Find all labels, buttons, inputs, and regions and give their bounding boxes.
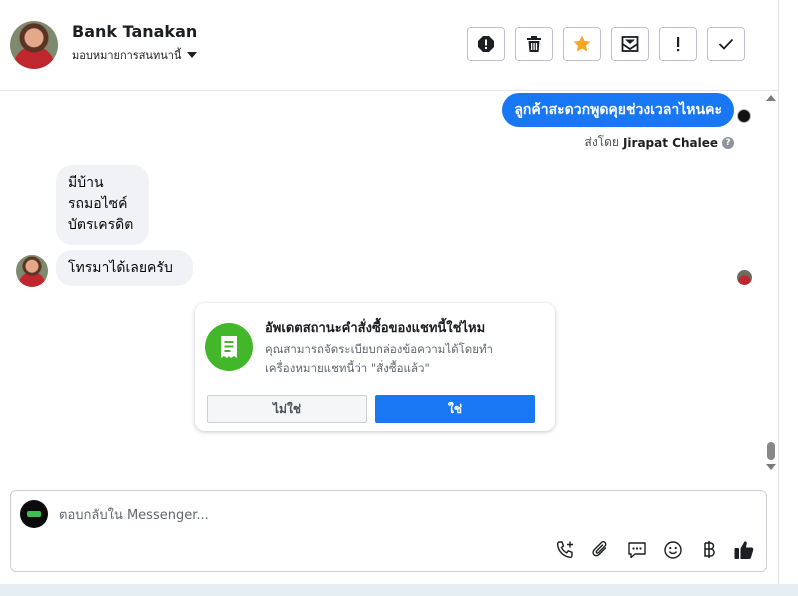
prompt-description-line: เครื่องหมายแชทนี้ว่า "สั่งซื้อแล้ว" bbox=[265, 361, 430, 375]
follow-up-button[interactable] bbox=[659, 27, 697, 61]
incoming-message[interactable]: มีบ้าน รถมอไซค์ บัตรเครดิต bbox=[56, 165, 149, 245]
sent-by-info: ส่งโดย Jirapat Chalee ? bbox=[584, 133, 734, 152]
message-line: รถมอไซค์ bbox=[68, 196, 128, 212]
conversation-panel: Bank Tanakan มอบหมายการสนทนานี้ ลูกค้าสะ… bbox=[0, 0, 779, 584]
assign-label: มอบหมายการสนทนานี้ bbox=[72, 49, 182, 62]
caret-down-icon bbox=[187, 52, 198, 58]
reply-composer bbox=[10, 490, 767, 572]
receipt-icon bbox=[205, 323, 253, 371]
assign-conversation-dropdown[interactable]: มอบหมายการสนทนานี้ bbox=[72, 46, 198, 64]
scroll-up-arrow[interactable] bbox=[766, 95, 776, 101]
mark-done-button[interactable] bbox=[707, 27, 745, 61]
page-avatar-read-receipt bbox=[737, 109, 751, 123]
trash-icon bbox=[527, 36, 541, 52]
chat-bubble-icon[interactable] bbox=[626, 539, 648, 561]
help-icon[interactable]: ? bbox=[722, 136, 734, 149]
contact-avatar-small bbox=[16, 255, 48, 287]
baht-icon[interactable] bbox=[698, 539, 720, 561]
prompt-title: อัพเดตสถานะคำสั่งซื้อของแชทนี้ใช่ไหม bbox=[265, 321, 486, 336]
seen-indicator-avatar bbox=[737, 270, 752, 285]
smiley-icon[interactable] bbox=[662, 539, 684, 561]
alert-circle-icon bbox=[478, 36, 494, 52]
report-spam-button[interactable] bbox=[467, 27, 505, 61]
scrollbar-thumb[interactable] bbox=[767, 442, 775, 460]
order-status-prompt: อัพเดตสถานะคำสั่งซื้อของแชทนี้ใช่ไหม คุณ… bbox=[195, 303, 555, 431]
exclamation-icon bbox=[677, 37, 680, 52]
page-avatar bbox=[20, 500, 48, 528]
mark-unread-button[interactable] bbox=[611, 27, 649, 61]
prompt-description: คุณสามารถจัดระเบียบกล่องข้อความได้โดยทำ … bbox=[265, 340, 493, 378]
delete-button[interactable] bbox=[515, 27, 553, 61]
no-button[interactable]: ไม่ใช่ bbox=[207, 395, 367, 423]
scroll-down-arrow[interactable] bbox=[766, 464, 776, 470]
star-icon bbox=[573, 35, 591, 52]
envelope-icon bbox=[621, 36, 639, 52]
message-line: มีบ้าน bbox=[68, 175, 104, 191]
thumbs-up-icon[interactable] bbox=[733, 539, 755, 561]
sent-by-name: Jirapat Chalee bbox=[622, 135, 718, 150]
message-line: โทรมาได้เลยครับ bbox=[68, 259, 173, 276]
checkmark-icon bbox=[718, 38, 734, 50]
outgoing-message[interactable]: ลูกค้าสะดวกพูดคุยช่วงเวลาไหนคะ bbox=[502, 93, 734, 127]
paperclip-icon[interactable] bbox=[590, 539, 612, 561]
conversation-header: Bank Tanakan มอบหมายการสนทนานี้ bbox=[0, 0, 778, 91]
incoming-message[interactable]: โทรมาได้เลยครับ bbox=[56, 250, 193, 286]
star-button[interactable] bbox=[563, 27, 601, 61]
message-line: บัตรเครดิต bbox=[68, 217, 134, 233]
side-gutter bbox=[779, 0, 798, 596]
phone-plus-icon[interactable] bbox=[554, 539, 576, 561]
contact-name[interactable]: Bank Tanakan bbox=[72, 22, 197, 41]
reply-input[interactable] bbox=[59, 505, 739, 525]
prompt-description-line: คุณสามารถจัดระเบียบกล่องข้อความได้โดยทำ bbox=[265, 342, 494, 356]
bottom-gutter bbox=[0, 584, 798, 596]
contact-avatar[interactable] bbox=[10, 21, 58, 69]
yes-button[interactable]: ใช่ bbox=[375, 395, 535, 423]
sent-by-prefix: ส่งโดย bbox=[584, 135, 619, 149]
